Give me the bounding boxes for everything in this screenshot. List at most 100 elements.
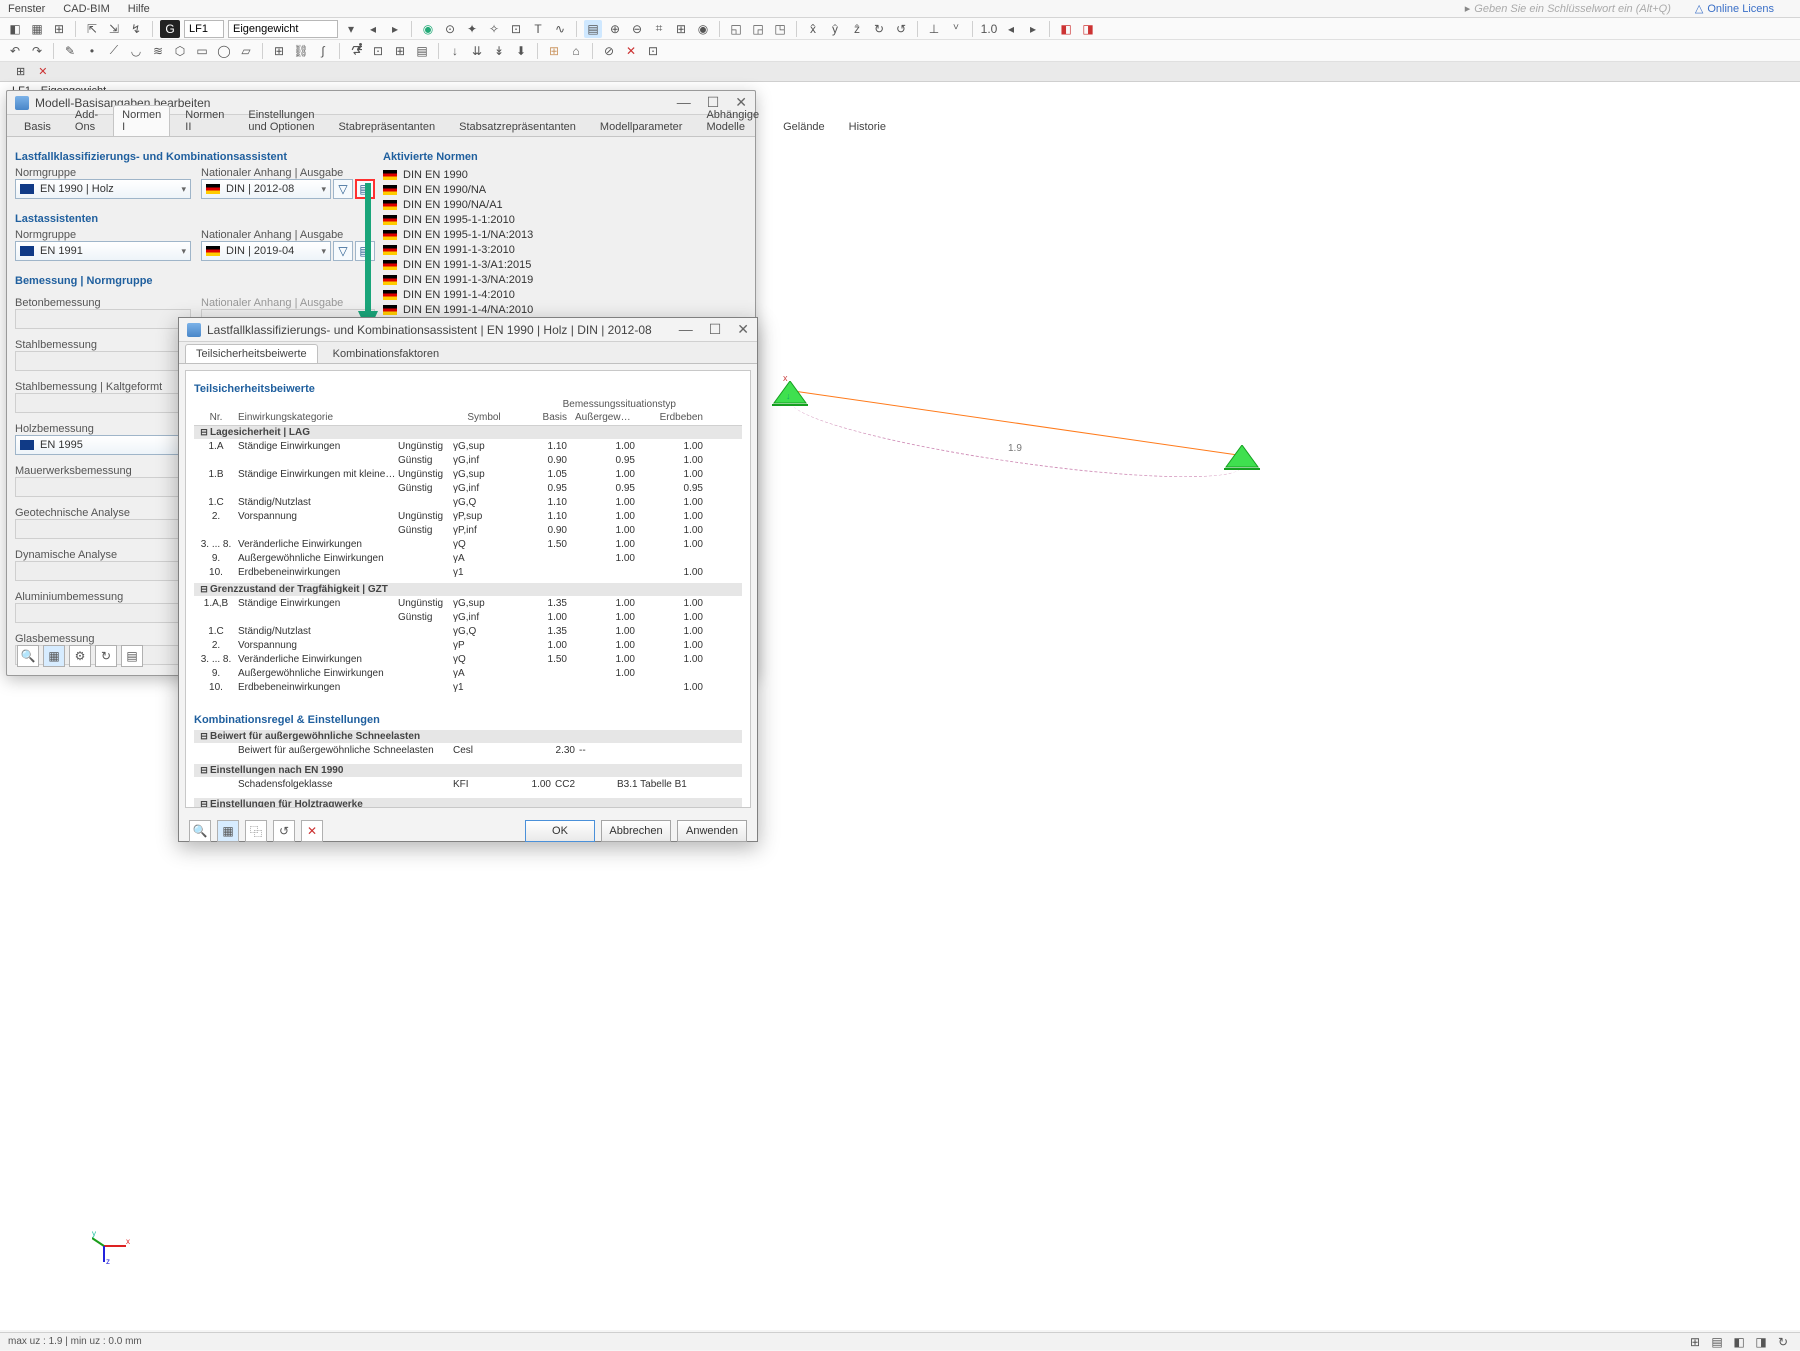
dd-normgroup-2[interactable]: EN 1991▾ [15, 241, 191, 261]
tab-add-ons[interactable]: Add-Ons [66, 105, 107, 136]
tb-icon[interactable]: ◉ [694, 20, 712, 38]
view-tab[interactable]: ⊞ ✕ [6, 63, 68, 80]
group-schnee[interactable]: ⊟Beiwert für außergewöhnliche Schneelast… [194, 730, 742, 743]
tb-icon[interactable]: x̂ [804, 20, 822, 38]
tb-icon[interactable]: ▤ [413, 42, 431, 60]
lf-name[interactable] [228, 20, 338, 38]
tab-modellparameter[interactable]: Modellparameter [591, 117, 692, 136]
tb-dark-icon[interactable]: G [160, 20, 180, 38]
tb-icon[interactable]: ≋ [149, 42, 167, 60]
tb-icon[interactable]: ▾ [342, 20, 360, 38]
edit-annex-button[interactable]: ▤ [355, 179, 375, 199]
delete-icon[interactable]: ✕ [301, 820, 323, 842]
lf-number[interactable] [184, 20, 224, 38]
tb-icon[interactable]: 🮲 [347, 42, 365, 60]
tb-icon[interactable]: ŷ [826, 20, 844, 38]
tb-icon[interactable]: ⌗ [650, 20, 668, 38]
tb-icon[interactable]: ↡ [490, 42, 508, 60]
menu-fenster[interactable]: Fenster [8, 3, 45, 15]
tb-icon[interactable]: ▸ [1024, 20, 1042, 38]
tb-icon[interactable]: ⊡ [369, 42, 387, 60]
dd-holz[interactable]: EN 1995▾ [15, 435, 191, 455]
menu-hilfe[interactable]: Hilfe [128, 3, 150, 15]
tb-icon[interactable]: ⊞ [672, 20, 690, 38]
status-icon[interactable]: ◨ [1752, 1333, 1770, 1351]
tb-icon[interactable]: ⟋ [105, 42, 123, 60]
tb-icon[interactable]: ⊡ [507, 20, 525, 38]
cancel-button[interactable]: Abbrechen [601, 820, 671, 842]
status-icon[interactable]: ◧ [1730, 1333, 1748, 1351]
filter-icon[interactable]: ▽ [333, 179, 353, 199]
dd-annex-1[interactable]: DIN | 2012-08▾ [201, 179, 331, 199]
tb-icon[interactable]: ◧ [6, 20, 24, 38]
tb-icon[interactable]: ⊞ [391, 42, 409, 60]
tab-normen-i[interactable]: Normen I [113, 105, 170, 136]
tb-icon[interactable]: ◉ [419, 20, 437, 38]
group-holz[interactable]: ⊟Einstellungen für Holztragwerke [194, 798, 742, 808]
tool-icon[interactable]: ⚙ [69, 645, 91, 667]
status-icon[interactable]: ↻ [1774, 1333, 1792, 1351]
reset-icon[interactable]: ↺ [273, 820, 295, 842]
norm-item[interactable]: DIN EN 1995-1-1/NA:2013 [383, 227, 747, 242]
status-icon[interactable]: ▤ [1708, 1333, 1726, 1351]
tb-icon[interactable]: ⊙ [441, 20, 459, 38]
norm-item[interactable]: DIN EN 1991-1-3:2010 [383, 242, 747, 257]
norm-item[interactable]: DIN EN 1990/NA/A1 [383, 197, 747, 212]
tb-icon[interactable]: ↺ [892, 20, 910, 38]
copy-icon[interactable]: ⿻ [245, 820, 267, 842]
minimize-icon[interactable]: — [677, 94, 691, 111]
tb-icon[interactable]: ⊘ [600, 42, 618, 60]
keyword-search[interactable]: Geben Sie ein Schlüsselwort ein (Alt+Q) [1474, 3, 1671, 15]
tb-icon[interactable]: ◂ [364, 20, 382, 38]
norm-item[interactable]: DIN EN 1991-1-4:2010 [383, 287, 747, 302]
tb-icon[interactable]: ◂ [1002, 20, 1020, 38]
tb-icon[interactable]: ⇲ [105, 20, 123, 38]
norm-item[interactable]: DIN EN 1990 [383, 167, 747, 182]
tool-icon[interactable]: ▦ [217, 820, 239, 842]
tb-icon[interactable]: ▱ [237, 42, 255, 60]
tb-icon[interactable]: ▭ [193, 42, 211, 60]
tb-icon[interactable]: ⛓ [292, 42, 310, 60]
maximize-icon[interactable]: ☐ [709, 321, 722, 338]
search-icon[interactable]: 🔍 [189, 820, 211, 842]
tb-icon[interactable]: ▸ [386, 20, 404, 38]
apply-button[interactable]: Anwenden [677, 820, 747, 842]
tb-icon[interactable]: ✕ [622, 42, 640, 60]
tb-icon[interactable]: ⌂ [567, 42, 585, 60]
tb-icon[interactable]: ⱽ [947, 20, 965, 38]
tool-icon[interactable]: ▦ [43, 645, 65, 667]
tab-gel-nde[interactable]: Gelände [774, 117, 834, 136]
komb-dots[interactable]: -- [575, 745, 591, 756]
tb-icon[interactable]: ⊞ [50, 20, 68, 38]
dd-annex-2[interactable]: DIN | 2019-04▾ [201, 241, 331, 261]
tab-einstellungen-und-optionen[interactable]: Einstellungen und Optionen [239, 105, 323, 136]
tb-icon[interactable]: ↷ [28, 42, 46, 60]
tb-icon[interactable]: ↻ [870, 20, 888, 38]
tb-icon[interactable]: ◲ [749, 20, 767, 38]
norm-item[interactable]: DIN EN 1995-1-1:2010 [383, 212, 747, 227]
tb-icon[interactable]: ẑ [848, 20, 866, 38]
norm-item[interactable]: DIN EN 1990/NA [383, 182, 747, 197]
tool-icon[interactable]: ▤ [121, 645, 143, 667]
tab-abh-ngige-modelle[interactable]: Abhängige Modelle [697, 105, 768, 136]
tab-normen-ii[interactable]: Normen II [176, 105, 233, 136]
tb-icon[interactable]: ∿ [551, 20, 569, 38]
tb-icon[interactable]: ✎ [61, 42, 79, 60]
tab-teilsicherheit[interactable]: Teilsicherheitsbeiwerte [185, 344, 318, 363]
tb-icon[interactable]: ◨ [1079, 20, 1097, 38]
filter-icon[interactable]: ▽ [333, 241, 353, 261]
group-lag[interactable]: ⊟Lagesicherheit | LAG [194, 426, 742, 439]
tab-kombination[interactable]: Kombinationsfaktoren [322, 344, 450, 363]
edit-annex-button[interactable]: ▤ [355, 241, 375, 261]
tb-icon[interactable]: ⊡ [644, 42, 662, 60]
tb-icon[interactable]: ⇱ [83, 20, 101, 38]
group-gzt[interactable]: ⊟Grenzzustand der Tragfähigkeit | GZT [194, 583, 742, 596]
tab-historie[interactable]: Historie [840, 117, 895, 136]
tb-icon[interactable]: ⊖ [628, 20, 646, 38]
license-link[interactable]: Online Licens [1707, 3, 1774, 15]
tb-icon[interactable]: ◧ [1057, 20, 1075, 38]
tb-icon[interactable]: ▦ [28, 20, 46, 38]
tb-icon[interactable]: ⬇ [512, 42, 530, 60]
tb-icon[interactable]: ◳ [771, 20, 789, 38]
tb-icon[interactable]: ↶ [6, 42, 24, 60]
